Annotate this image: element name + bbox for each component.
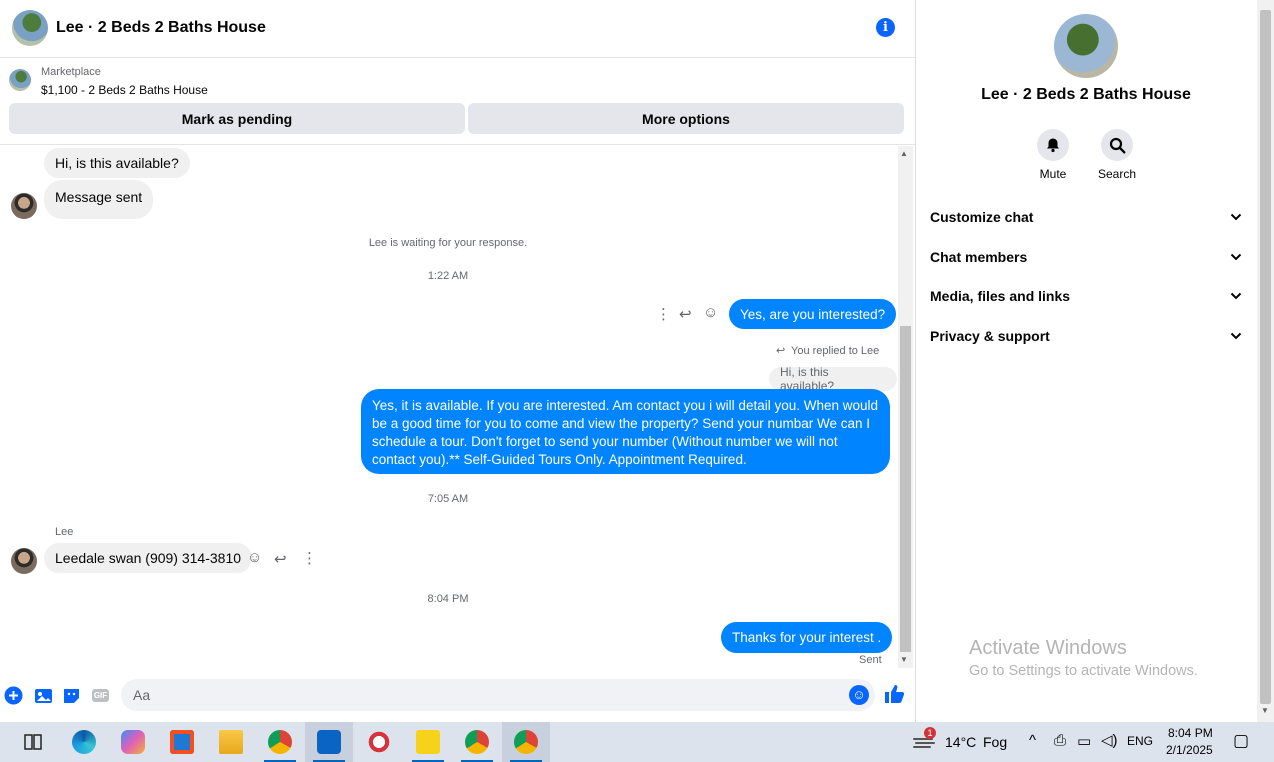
outlook-icon[interactable] xyxy=(305,722,353,762)
gif-label: GIF xyxy=(93,691,108,700)
reply-icon[interactable]: ↩ xyxy=(679,305,692,323)
message-outgoing-long[interactable]: Yes, it is available. If you are interes… xyxy=(361,389,890,474)
clock-date[interactable]: 2/1/2025 xyxy=(1166,743,1213,757)
section-label: Media, files and links xyxy=(930,288,1071,304)
page-scroll-down-icon[interactable]: ▼ xyxy=(1261,706,1269,715)
plus-icon[interactable] xyxy=(4,686,23,705)
section-label: Privacy & support xyxy=(930,328,1050,344)
chat-column: Lee · 2 Beds 2 Baths House i Marketplace… xyxy=(0,0,916,722)
windows-taskbar: 1 14°C Fog ^ ⎙ ▭ ◁) ENG 8:04 PM 2/1/2025… xyxy=(0,722,1274,762)
copilot-icon[interactable] xyxy=(109,722,157,762)
thumbs-up-icon[interactable] xyxy=(884,684,905,710)
search-action[interactable]: Search xyxy=(1087,129,1147,181)
section-media-files-links[interactable]: Media, files and links xyxy=(930,284,1242,308)
message-list: Hi, is this available? Message sent Lee … xyxy=(0,146,897,670)
chevron-down-icon xyxy=(1230,210,1242,224)
panel-avatar[interactable] xyxy=(1054,14,1118,78)
message-scrollbar[interactable]: ▲ ▼ xyxy=(898,146,913,668)
snipping-tool-icon[interactable] xyxy=(355,722,403,762)
volume-icon[interactable]: ◁) xyxy=(1101,731,1118,749)
message-incoming[interactable]: Leedale swan (909) 314-3810 xyxy=(44,543,253,573)
lee-avatar[interactable] xyxy=(11,193,37,219)
waiting-notice: Lee is waiting for your response. xyxy=(368,237,528,249)
message-outgoing[interactable]: Yes, are you interested? xyxy=(729,299,897,329)
section-privacy-support[interactable]: Privacy & support xyxy=(930,324,1242,348)
chat-info-panel: Lee · 2 Beds 2 Baths House Mute Search C… xyxy=(917,0,1257,722)
page-scrollbar[interactable]: ▼ xyxy=(1257,0,1274,722)
messenger-app: Lee · 2 Beds 2 Baths House i Marketplace… xyxy=(0,0,1274,722)
emoji-icon[interactable]: ☺ xyxy=(849,685,869,705)
info-icon[interactable]: i xyxy=(876,18,895,37)
sent-status: Sent xyxy=(859,654,882,666)
chrome-active-icon[interactable] xyxy=(502,722,550,762)
message-input[interactable] xyxy=(121,679,875,711)
weather-icon[interactable]: 1 xyxy=(912,727,936,751)
section-label: Customize chat xyxy=(930,209,1034,225)
message-incoming[interactable]: Hi, is this available? xyxy=(44,148,190,178)
sticky-notes-icon[interactable] xyxy=(404,722,452,762)
notification-icon[interactable]: ▢ xyxy=(1233,731,1249,751)
search-icon[interactable] xyxy=(1101,129,1133,161)
timestamp: 1:22 AM xyxy=(427,270,469,282)
more-vertical-icon[interactable]: ⋮ xyxy=(302,549,317,567)
meet-icon[interactable]: ⎙ xyxy=(1054,732,1066,749)
replied-label: You replied to Lee xyxy=(791,345,880,357)
chevron-down-icon xyxy=(1230,250,1242,264)
marketplace-listing: Marketplace $1,100 - 2 Beds 2 Baths Hous… xyxy=(0,58,915,145)
file-explorer-icon[interactable] xyxy=(207,722,255,762)
message-outgoing[interactable]: Thanks for your interest . xyxy=(721,622,893,653)
sticker-icon[interactable] xyxy=(62,686,81,705)
language-indicator[interactable]: ENG xyxy=(1127,734,1153,748)
chevron-up-icon[interactable]: ^ xyxy=(1029,732,1036,749)
weather-temp[interactable]: 14°C xyxy=(945,734,976,750)
listing-thumbnail[interactable] xyxy=(9,69,31,91)
chrome-icon[interactable] xyxy=(453,722,501,762)
network-icon[interactable]: ▭ xyxy=(1077,732,1091,750)
chat-title[interactable]: Lee · 2 Beds 2 Baths House xyxy=(56,19,266,37)
weather-badge: 1 xyxy=(924,727,936,739)
reply-icon[interactable]: ↩ xyxy=(274,550,287,568)
quoted-message[interactable]: Hi, is this available? xyxy=(769,365,897,393)
chevron-down-icon xyxy=(1230,329,1242,343)
chat-header: Lee · 2 Beds 2 Baths House i xyxy=(0,0,915,58)
react-emoji-icon[interactable]: ☺ xyxy=(703,304,718,321)
bell-icon[interactable] xyxy=(1037,129,1069,161)
lee-avatar[interactable] xyxy=(11,548,37,574)
chevron-down-icon xyxy=(1230,289,1242,303)
page-scroll-thumb[interactable] xyxy=(1260,10,1271,704)
section-label: Chat members xyxy=(930,249,1028,265)
gif-icon[interactable]: GIF xyxy=(91,686,110,705)
react-emoji-icon[interactable]: ☺ xyxy=(247,549,262,566)
task-view-icon[interactable] xyxy=(9,722,57,762)
reply-indicator-icon: ↩ xyxy=(776,345,786,357)
image-icon[interactable] xyxy=(34,686,53,705)
timestamp: 8:04 PM xyxy=(427,593,469,605)
clock-time[interactable]: 8:04 PM xyxy=(1168,726,1213,740)
mute-label: Mute xyxy=(1039,167,1067,181)
mute-action[interactable]: Mute xyxy=(1023,129,1083,181)
more-options-button[interactable]: More options xyxy=(468,103,904,134)
timestamp: 7:05 AM xyxy=(427,493,469,505)
listing-title[interactable]: $1,100 - 2 Beds 2 Baths House xyxy=(41,83,208,97)
scroll-thumb[interactable] xyxy=(900,326,911,652)
message-incoming[interactable]: Message sent xyxy=(44,180,154,219)
chrome-profile-icon[interactable] xyxy=(256,722,304,762)
store-icon[interactable] xyxy=(158,722,206,762)
activate-windows-title: Activate Windows xyxy=(969,637,1127,659)
search-label: Search xyxy=(1097,167,1137,181)
composer: GIF ☺ xyxy=(0,676,915,716)
weather-desc[interactable]: Fog xyxy=(983,734,1007,750)
activate-windows-subtitle: Go to Settings to activate Windows. xyxy=(969,663,1198,679)
edge-icon[interactable] xyxy=(60,722,108,762)
scroll-down-icon[interactable]: ▼ xyxy=(900,655,908,664)
scroll-up-icon[interactable]: ▲ xyxy=(900,149,908,158)
section-chat-members[interactable]: Chat members xyxy=(930,245,1242,269)
sender-name: Lee xyxy=(55,526,74,538)
more-vertical-icon[interactable]: ⋮ xyxy=(656,305,671,323)
listing-kicker: Marketplace xyxy=(41,66,101,78)
mark-as-pending-button[interactable]: Mark as pending xyxy=(9,103,465,134)
panel-title: Lee · 2 Beds 2 Baths House xyxy=(981,86,1191,103)
chat-avatar[interactable] xyxy=(12,10,48,46)
section-customize-chat[interactable]: Customize chat xyxy=(930,205,1242,229)
